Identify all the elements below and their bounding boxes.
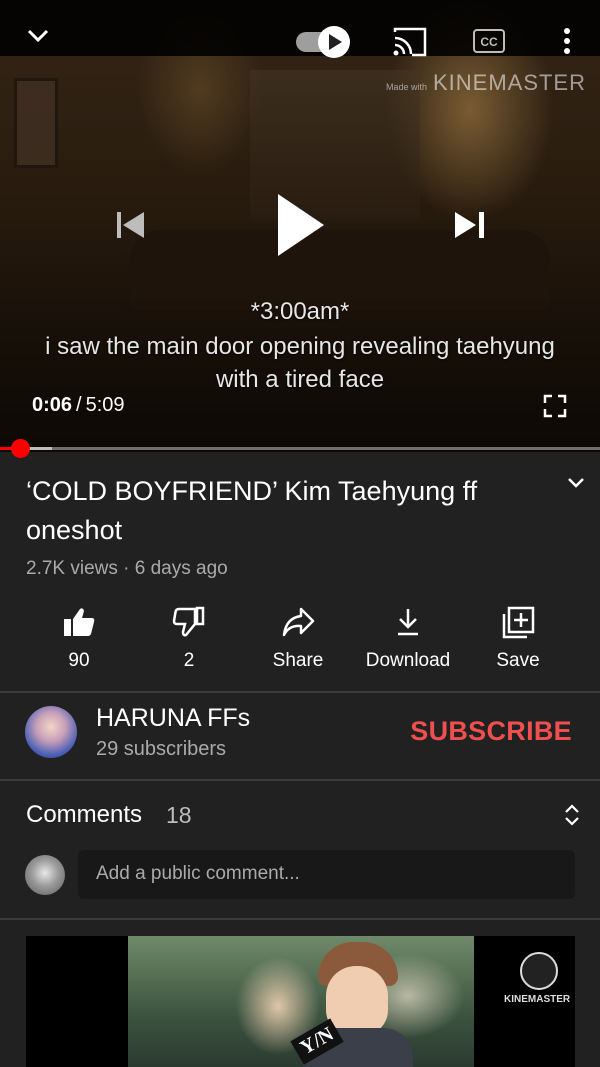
video-meta: 2.7K views · 6 days ago — [26, 558, 228, 579]
thumbs-down-icon — [172, 606, 205, 637]
progress-played — [0, 447, 12, 450]
duration: 5:09 — [85, 394, 125, 416]
subscriber-count: 29 subscribers — [96, 738, 227, 760]
download-icon — [398, 609, 418, 636]
svg-text:CC: CC — [480, 35, 498, 49]
progress-bar[interactable] — [0, 439, 600, 458]
like-count: 90 — [68, 650, 90, 671]
autoplay-toggle[interactable] — [294, 24, 354, 60]
cast-icon[interactable] — [392, 26, 428, 58]
save-label: Save — [496, 650, 540, 671]
kinemaster-logo-text: KINEMASTER — [504, 994, 571, 1005]
player-top-bar: CC — [0, 0, 600, 58]
time-display: 0:06/5:09 — [32, 394, 125, 416]
subscribe-button[interactable]: SUBSCRIBE — [410, 716, 572, 747]
comments-count: 18 — [166, 802, 192, 828]
comments-header[interactable]: Comments — [26, 801, 142, 829]
video-player[interactable]: CC Made with KINEMASTER *3:00am* i saw th… — [0, 0, 600, 452]
closed-captions-icon[interactable]: CC — [472, 28, 506, 56]
action-bar: 90 2 Share Download Save — [0, 600, 600, 680]
share-label: Share — [272, 650, 324, 671]
chevron-down-icon[interactable] — [26, 28, 50, 44]
thumbs-up-icon — [64, 608, 95, 636]
subtitle-line: *3:00am* — [250, 298, 350, 325]
comment-placeholder: Add a public comment... — [96, 863, 300, 884]
dislike-count: 2 — [183, 650, 195, 671]
subtitle-line: i saw the main door opening revealing ta… — [45, 333, 555, 360]
subtitle-line: with a tired face — [215, 366, 385, 393]
fullscreen-icon[interactable] — [543, 394, 567, 418]
expand-description-icon[interactable] — [566, 476, 586, 490]
divider — [0, 691, 600, 693]
current-time: 0:06 — [32, 394, 73, 416]
channel-name[interactable]: HARUNA FFs — [96, 704, 250, 733]
next-icon[interactable] — [452, 208, 488, 242]
kinemaster-watermark: Made with KINEMASTER — [385, 70, 586, 95]
kinemaster-logo-icon — [520, 952, 558, 990]
save-playlist-icon — [502, 606, 535, 639]
channel-avatar[interactable] — [25, 706, 77, 758]
comment-input[interactable]: Add a public comment... — [78, 850, 575, 899]
play-icon[interactable] — [274, 192, 326, 258]
expand-collapse-icon[interactable] — [562, 802, 582, 828]
download-label: Download — [365, 650, 451, 671]
scrubber-handle[interactable] — [11, 439, 31, 458]
previous-icon[interactable] — [114, 208, 148, 242]
video-title[interactable]: ‘COLD BOYFRIEND’ Kim Taehyung ff oneshot — [26, 472, 546, 550]
divider — [0, 779, 600, 781]
divider — [0, 918, 600, 920]
user-avatar — [25, 855, 65, 895]
next-video-thumbnail[interactable]: Y/N KINEMASTER — [26, 936, 575, 1067]
more-vertical-icon[interactable] — [560, 26, 574, 56]
share-icon — [282, 607, 315, 637]
